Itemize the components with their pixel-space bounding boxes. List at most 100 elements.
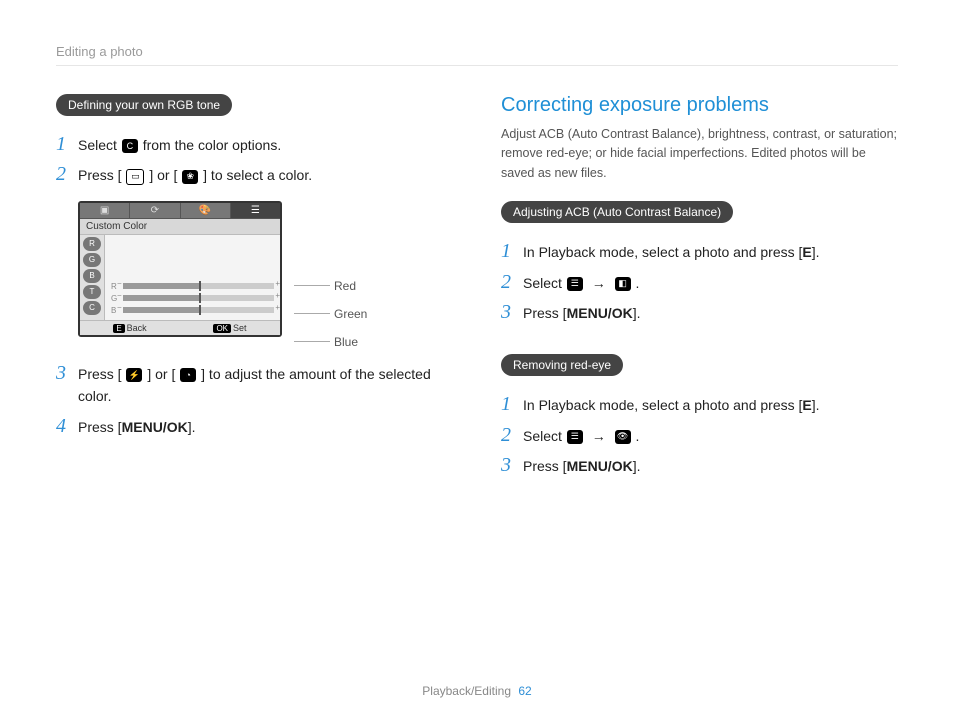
key-name: E [802, 397, 811, 413]
preset-icon: T [83, 285, 101, 299]
steps-acb: 1 In Playback mode, select a photo and p… [501, 241, 898, 324]
lcd-tab-rotate-icon: ⟳ [130, 203, 180, 218]
flash-icon: ⚡ [126, 368, 142, 382]
step-number: 1 [501, 241, 523, 261]
page-number: 62 [518, 684, 531, 698]
callout-label: Green [334, 307, 367, 321]
step-number: 2 [501, 425, 523, 445]
text-fragment: . [635, 275, 639, 291]
callout-label: Red [334, 279, 356, 293]
lcd-back: EBack [80, 321, 180, 335]
step-text: Press [ ⚡ ] or [ ◔ ] to adjust the amoun… [78, 363, 453, 408]
slider-bar [123, 307, 274, 313]
lcd-set: OKSet [180, 321, 280, 335]
steps-redeye: 1 In Playback mode, select a photo and p… [501, 394, 898, 477]
step-text: Select ☰ → ◧ . [523, 272, 898, 294]
step-2: 2 Select ☰ → 👁 . [501, 425, 898, 447]
lcd-screen: ▣ ⟳ 🎨 ☰ Custom Color R G B T C [78, 201, 282, 337]
text-fragment: Press [ [523, 305, 567, 321]
text-fragment: ]. [188, 419, 196, 435]
preset-icon: B [83, 269, 101, 283]
step-3: 3 Press [ ⚡ ] or [ ◔ ] to adjust the amo… [56, 363, 453, 408]
text-fragment: In Playback mode, select a photo and pre… [523, 397, 802, 413]
steps-rgb-cont: 3 Press [ ⚡ ] or [ ◔ ] to adjust the amo… [56, 363, 453, 438]
step-text: Select ☰ → 👁 . [523, 425, 898, 447]
text-fragment: Select [78, 137, 121, 153]
step-number: 2 [501, 272, 523, 292]
step-number: 3 [501, 302, 523, 322]
key-name: MENU/OK [567, 305, 633, 321]
key-name: MENU/OK [567, 458, 633, 474]
key-badge: OK [213, 324, 231, 333]
callout-red: Red [294, 279, 367, 293]
text-fragment: Press [ [78, 167, 122, 183]
lcd-sidebar: R G B T C [80, 235, 105, 320]
key-name: MENU/OK [122, 419, 188, 435]
text-fragment: ]. [812, 244, 820, 260]
timer-icon: ◔ [180, 368, 196, 382]
lcd-footer: EBack OKSet [80, 320, 280, 335]
step-3: 3 Press [MENU/OK]. [501, 455, 898, 477]
redeye-icon: 👁 [615, 430, 631, 444]
text-fragment: ] to select a color. [203, 167, 312, 183]
slider-r: R [111, 282, 274, 291]
text-fragment: . [635, 428, 639, 444]
lcd-tab-resize-icon: ▣ [80, 203, 130, 218]
step-text: In Playback mode, select a photo and pre… [523, 241, 898, 263]
slider-bar [123, 283, 274, 289]
lcd-tab-adjust-icon: ☰ [231, 203, 280, 218]
right-column: Correcting exposure problems Adjust ACB … [501, 94, 898, 491]
topic-pill-redeye: Removing red-eye [501, 354, 623, 376]
text-fragment: Select [523, 275, 566, 291]
arrow-icon: → [592, 275, 606, 291]
page-footer: Playback/Editing 62 [0, 684, 954, 698]
slider-g: G [111, 294, 274, 303]
manual-page: Editing a photo Defining your own RGB to… [0, 0, 954, 720]
step-2: 2 Press [ ▭ ] or [ ❀ ] to select a color… [56, 164, 453, 186]
key-badge: E [113, 324, 124, 333]
step-number: 1 [501, 394, 523, 414]
lcd-sliders: R G B [105, 235, 280, 320]
section-heading: Correcting exposure problems [501, 94, 898, 117]
left-column: Defining your own RGB tone 1 Select C fr… [56, 94, 453, 491]
text-fragment: ]. [633, 305, 641, 321]
steps-rgb: 1 Select C from the color options. 2 Pre… [56, 134, 453, 187]
acb-icon: ◧ [615, 277, 631, 291]
adjust-icon: ☰ [567, 430, 583, 444]
topic-pill-rgb: Defining your own RGB tone [56, 94, 232, 116]
text-fragment: ]. [812, 397, 820, 413]
step-text: Press [MENU/OK]. [523, 302, 898, 324]
slider-b: B [111, 306, 274, 315]
preset-icon: C [83, 301, 101, 315]
text-fragment: ] or [ [147, 366, 175, 382]
text-fragment: from the color options. [143, 137, 282, 153]
callouts: Red Green Blue [294, 201, 367, 349]
key-name: E [802, 244, 811, 260]
step-number: 4 [56, 416, 78, 436]
macro-icon: ❀ [182, 170, 198, 184]
display-icon: ▭ [126, 169, 144, 185]
content-columns: Defining your own RGB tone 1 Select C fr… [56, 94, 898, 491]
text-fragment: Press [ [78, 419, 122, 435]
adjust-icon: ☰ [567, 277, 583, 291]
custom-color-icon: C [122, 139, 138, 153]
footer-label: Playback/Editing [422, 684, 511, 698]
step-4: 4 Press [MENU/OK]. [56, 416, 453, 438]
text-fragment: Press [ [523, 458, 567, 474]
text-fragment: ] or [ [149, 167, 177, 183]
step-text: Press [ ▭ ] or [ ❀ ] to select a color. [78, 164, 453, 186]
text-fragment: ]. [633, 458, 641, 474]
step-text: Press [MENU/OK]. [78, 416, 453, 438]
step-2: 2 Select ☰ → ◧ . [501, 272, 898, 294]
callout-blue: Blue [294, 335, 367, 349]
text-fragment: In Playback mode, select a photo and pre… [523, 244, 802, 260]
step-text: Press [MENU/OK]. [523, 455, 898, 477]
arrow-icon: → [592, 428, 606, 444]
lcd-tab-style-icon: 🎨 [181, 203, 231, 218]
lcd-tabs: ▣ ⟳ 🎨 ☰ [80, 203, 280, 219]
callout-label: Blue [334, 335, 358, 349]
step-text: Select C from the color options. [78, 134, 453, 156]
text-fragment: Select [523, 428, 566, 444]
lcd-diagram: ▣ ⟳ 🎨 ☰ Custom Color R G B T C [78, 201, 453, 349]
topic-pill-acb: Adjusting ACB (Auto Contrast Balance) [501, 201, 733, 223]
